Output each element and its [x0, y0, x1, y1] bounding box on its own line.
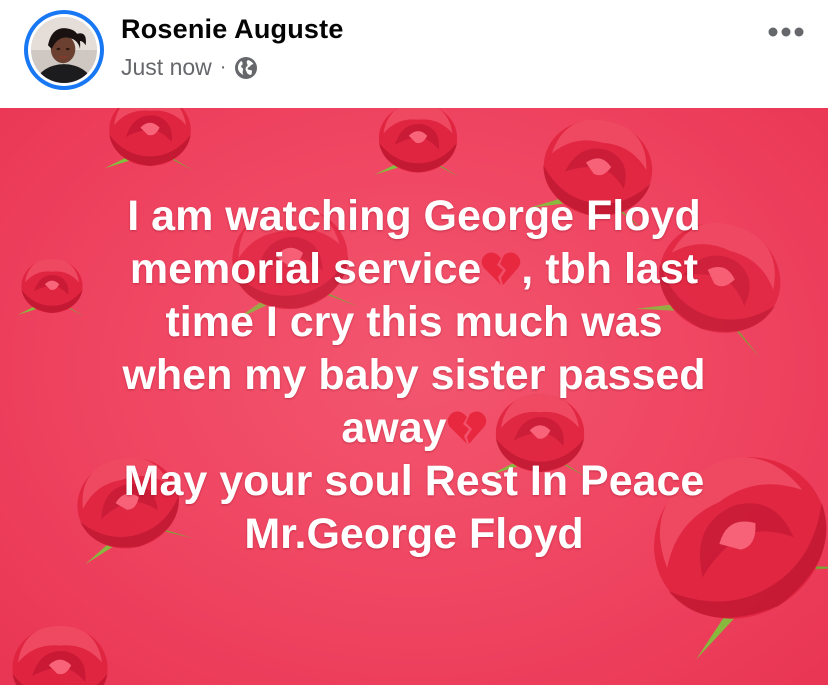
post-text-segment: memorial service	[129, 245, 482, 293]
post-text-line: memorial service , tbh last	[40, 243, 788, 296]
post-text: I am watching George Floyd memorial serv…	[40, 190, 788, 561]
post-text-line: when my baby sister passed	[122, 351, 706, 399]
post-text-line: I am watching George Floyd	[127, 192, 701, 240]
colored-background-post[interactable]: I am watching George Floyd memorial serv…	[0, 108, 828, 685]
more-options-icon[interactable]	[766, 22, 806, 42]
avatar-story-ring[interactable]	[24, 10, 104, 90]
avatar	[31, 17, 97, 83]
author-name[interactable]: Rosenie Auguste	[121, 14, 344, 45]
meta-separator: ·	[219, 56, 227, 78]
post-header: Rosenie Auguste Just now ·	[0, 0, 828, 108]
post-text-line: away	[40, 402, 788, 455]
post-text-line: Mr.George Floyd	[244, 510, 584, 558]
post-meta: Just now ·	[121, 54, 258, 81]
post-text-segment: away	[341, 404, 447, 452]
globe-icon[interactable]	[234, 56, 258, 80]
post-text-line: May your soul Rest In Peace	[123, 457, 705, 505]
broken-heart-icon	[482, 252, 521, 285]
broken-heart-icon	[447, 411, 486, 444]
post-text-segment: , tbh last	[521, 245, 699, 293]
timestamp[interactable]: Just now	[121, 54, 212, 81]
post-text-line: time I cry this much was	[165, 298, 663, 346]
facebook-post: Rosenie Auguste Just now · I am watching…	[0, 0, 828, 685]
